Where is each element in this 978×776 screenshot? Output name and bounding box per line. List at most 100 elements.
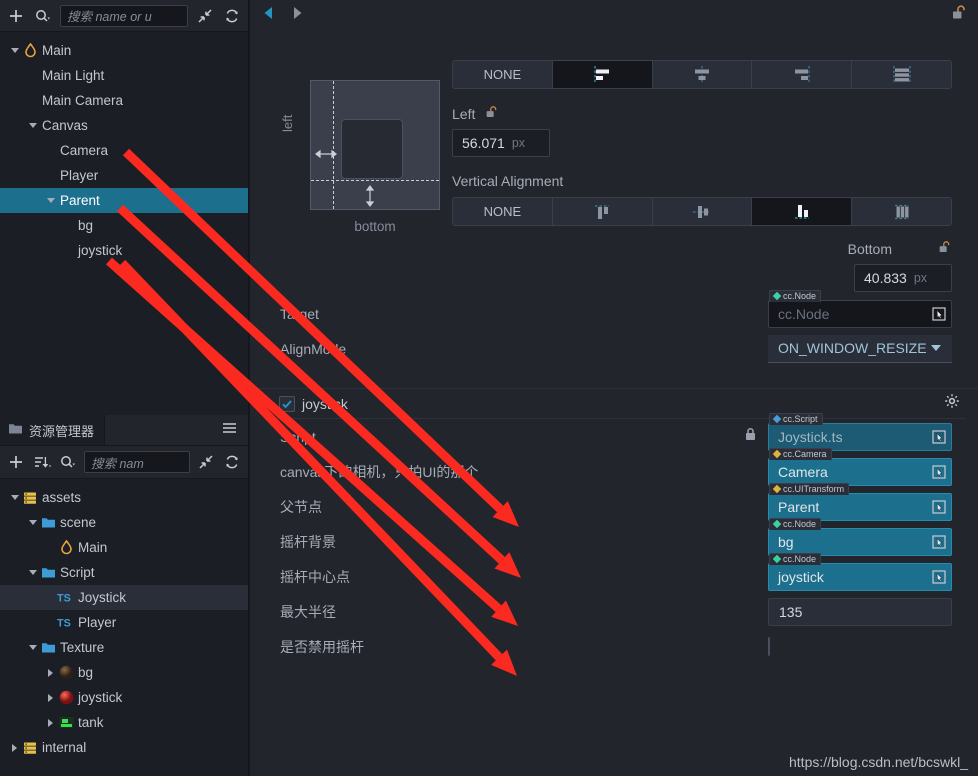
assets-search-input[interactable]: 搜索 nam — [84, 451, 190, 473]
tree-item-joystick[interactable]: joystick — [0, 685, 248, 710]
align-top-icon[interactable] — [552, 198, 653, 225]
tree-item-bg[interactable]: bg — [0, 660, 248, 685]
chevron-down-icon[interactable] — [8, 48, 21, 53]
tree-item-internal[interactable]: internal — [0, 735, 248, 760]
sort-dropdown-icon[interactable] — [32, 452, 52, 472]
node-picker-icon[interactable] — [931, 499, 947, 515]
hierarchy-search-input[interactable]: 搜索 name or u — [60, 4, 188, 27]
number-value: 135 — [779, 603, 803, 620]
chevron-down-icon[interactable] — [8, 495, 21, 500]
vertical-alignment-block: Vertical Alignment NONE — [452, 173, 952, 226]
arrow-forward-icon[interactable] — [291, 5, 304, 26]
tree-item-parent[interactable]: Parent — [0, 188, 248, 213]
tree-item-script[interactable]: Script — [0, 560, 248, 585]
align-mode-select[interactable]: ON_WINDOW_RESIZE — [768, 334, 952, 363]
node-picker-icon[interactable] — [931, 534, 947, 550]
chevron-down-icon[interactable] — [26, 645, 39, 650]
chevron-down-icon[interactable] — [262, 395, 272, 413]
search-dropdown-icon[interactable] — [58, 452, 78, 472]
collapse-all-icon[interactable] — [195, 6, 215, 26]
property-row: 摇杆中心点 cc.Node joystick — [252, 552, 978, 594]
object-field-value: Joystick.ts — [778, 428, 843, 445]
type-tag-label: cc.Node — [783, 519, 817, 529]
chevron-down-icon[interactable] — [26, 520, 39, 525]
property-sections: Target cc.Node cc.Node AlignMode ON_WINDOW_R… — [252, 289, 978, 664]
align-right-icon[interactable] — [752, 61, 853, 88]
tree-item-camera[interactable]: Camera — [0, 138, 248, 163]
assets-tree[interactable]: assets scene Main Script TS Joystick TS Player T… — [0, 479, 248, 760]
object-field[interactable]: cc.Node cc.Node — [768, 289, 952, 328]
preview-inner-rect — [341, 119, 403, 179]
search-dropdown-icon[interactable] — [33, 6, 53, 26]
chevron-right-icon[interactable] — [8, 743, 21, 752]
object-field[interactable]: cc.Node bg — [768, 517, 952, 556]
tab-asset-manager-label: 资源管理器 — [29, 423, 95, 439]
tree-item-main-light[interactable]: Main Light — [0, 63, 248, 88]
chevron-down-icon[interactable] — [44, 198, 57, 203]
chevron-down-icon[interactable] — [26, 570, 39, 575]
unlock-icon[interactable] — [485, 105, 499, 122]
tab-asset-manager[interactable]: 资源管理器 — [0, 415, 106, 445]
number-input[interactable]: 135 — [768, 597, 952, 626]
chevron-right-icon[interactable] — [44, 718, 57, 727]
horizontal-alignment-group[interactable]: NONE — [452, 60, 952, 89]
property-row: 是否禁用摇杆 — [252, 629, 978, 664]
bottom-value-input[interactable]: 40.833 px — [854, 264, 952, 292]
node-picker-icon[interactable] — [931, 569, 947, 585]
tree-item-player[interactable]: TS Player — [0, 610, 248, 635]
align-middle-icon[interactable] — [652, 198, 753, 225]
plus-icon[interactable] — [6, 452, 26, 472]
texture-joystick-icon — [57, 690, 75, 705]
align-center-icon[interactable] — [652, 61, 753, 88]
align-left-icon[interactable] — [552, 61, 653, 88]
tree-item-assets[interactable]: assets — [0, 485, 248, 510]
chevron-right-icon[interactable] — [44, 693, 57, 702]
node-picker-icon[interactable] — [931, 429, 947, 445]
chevron-right-icon[interactable] — [44, 668, 57, 677]
tree-item-main[interactable]: Main — [0, 38, 248, 63]
node-picker-icon[interactable] — [931, 306, 947, 322]
tree-item-player[interactable]: Player — [0, 163, 248, 188]
property-field: cc.Node bg — [768, 517, 952, 556]
tree-item-joystick[interactable]: TS Joystick — [0, 585, 248, 610]
arrow-back-icon[interactable] — [262, 5, 275, 26]
gear-icon[interactable] — [944, 393, 960, 414]
tree-item-main[interactable]: Main — [0, 535, 248, 560]
valign-group-none[interactable]: NONE — [453, 198, 553, 225]
align-bottom-icon[interactable] — [752, 198, 853, 225]
left-value-input[interactable]: 56.071 px — [452, 129, 550, 157]
unlock-icon[interactable] — [951, 4, 968, 26]
property-label: canvas下的相机，只拍UI的那个 — [280, 463, 479, 480]
tree-item-canvas[interactable]: Canvas — [0, 113, 248, 138]
hamburger-icon[interactable] — [221, 421, 238, 440]
refresh-icon[interactable] — [222, 6, 242, 26]
disable-joystick-checkbox[interactable] — [768, 636, 770, 656]
object-field[interactable]: cc.Camera Camera — [768, 447, 952, 486]
hierarchy-tree[interactable]: Main Main Light Main Camera Canvas Camera Pla… — [0, 32, 248, 407]
object-field[interactable]: cc.Script Joystick.ts — [768, 412, 952, 451]
plus-icon[interactable] — [6, 6, 26, 26]
tree-item-tank[interactable]: tank — [0, 710, 248, 735]
property-field: 135 — [768, 597, 952, 626]
halign-group-none[interactable]: NONE — [453, 61, 553, 88]
tree-item-bg[interactable]: bg — [0, 213, 248, 238]
vertical-alignment-group[interactable]: NONE — [452, 197, 952, 226]
align-stretch-v-icon[interactable] — [852, 198, 951, 225]
property-field: ON_WINDOW_RESIZE — [768, 334, 952, 363]
tree-item-scene[interactable]: scene — [0, 510, 248, 535]
chevron-down-icon[interactable] — [26, 123, 39, 128]
tree-item-joystick[interactable]: joystick — [0, 238, 248, 263]
node-picker-icon[interactable] — [931, 464, 947, 480]
unlock-icon[interactable] — [938, 240, 952, 257]
texture-tank-icon — [57, 715, 75, 730]
tree-item-main-camera[interactable]: Main Camera — [0, 88, 248, 113]
object-field[interactable]: cc.Node joystick — [768, 552, 952, 591]
align-stretch-h-icon[interactable] — [852, 61, 951, 88]
refresh-icon[interactable] — [222, 452, 242, 472]
tree-item-texture[interactable]: Texture — [0, 635, 248, 660]
property-row: AlignMode ON_WINDOW_RESIZE — [252, 331, 978, 366]
component-enabled-checkbox[interactable] — [279, 395, 295, 412]
component-header-joystick[interactable]: joystick — [252, 388, 978, 418]
object-field[interactable]: cc.UITransform Parent — [768, 482, 952, 521]
collapse-all-icon[interactable] — [196, 452, 216, 472]
